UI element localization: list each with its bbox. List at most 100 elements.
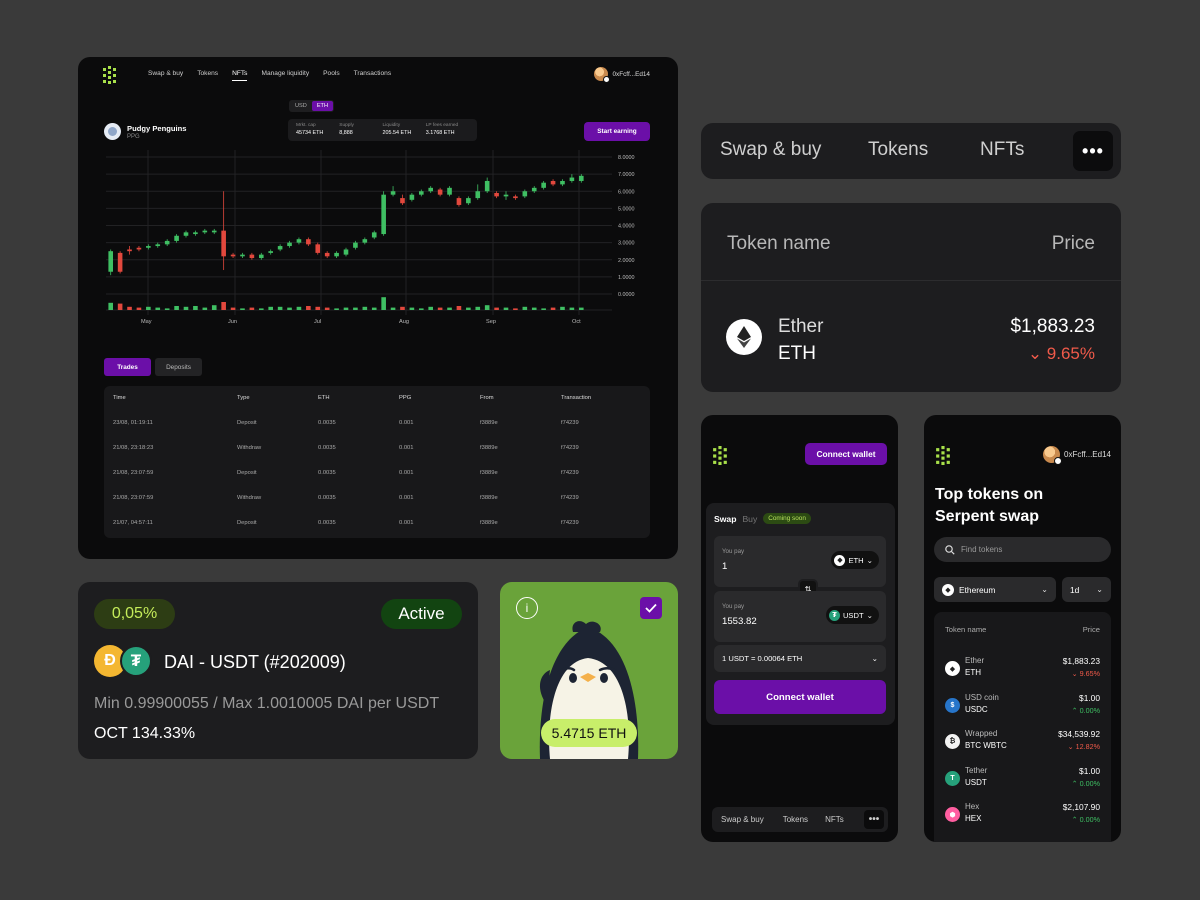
bottom-tab-tokens[interactable]: Tokens <box>783 815 808 824</box>
price-change: 9.65% <box>1046 344 1095 363</box>
toggle-usd[interactable]: USD <box>290 101 312 111</box>
tab-swap[interactable]: Swap <box>714 514 736 524</box>
network-select[interactable]: ◆ Ethereum ⌄ <box>934 577 1056 602</box>
table-cell: f3889e <box>480 444 498 451</box>
table-row[interactable]: 21/08, 23:07:59 Deposit 0.0035 0.001 f3889e f… <box>104 460 650 485</box>
toggle-eth[interactable]: ETH <box>311 101 333 111</box>
serpent-logo-icon[interactable] <box>102 66 118 84</box>
volume-bar <box>371 307 377 310</box>
price-change: ⌃ 0.00% <box>1072 706 1100 715</box>
start-earning-button[interactable]: Start earning <box>584 122 650 141</box>
info-icon[interactable]: i <box>516 597 538 619</box>
token-price: $1,883.23 <box>1010 316 1095 337</box>
token-row[interactable]: ₿ Wrapped BTC WBTC $34,539.92 ⌄ 12.82% <box>945 729 1100 755</box>
volume-bar <box>230 307 236 310</box>
change-value: 12.82% <box>1075 742 1100 751</box>
stat-liquidity: Liquidity 205.54 ETH <box>383 123 416 137</box>
timeframe-select[interactable]: 1d ⌄ <box>1062 577 1111 602</box>
candle-body <box>240 254 245 257</box>
table-row[interactable]: 21/07, 04:57:11 Deposit 0.0035 0.001 f3889e f… <box>104 511 650 536</box>
volume-bar <box>466 307 471 310</box>
volume-bar <box>531 307 537 310</box>
token-table-header: Token name Price <box>727 233 1095 255</box>
connect-wallet-button[interactable]: Connect wallet <box>714 680 886 714</box>
token-name-cell[interactable]: Ether ETH <box>778 313 823 367</box>
candle-body <box>324 252 330 257</box>
column-header-from: From <box>480 395 494 401</box>
volume-bar <box>513 308 518 310</box>
nav-pools[interactable]: Pools <box>323 70 340 81</box>
tab-tokens[interactable]: Tokens <box>868 139 928 161</box>
volume-bar <box>400 306 405 310</box>
token-row[interactable]: $ USD coin USDC $1.00 ⌃ 0.00% <box>945 693 1100 719</box>
token-row[interactable]: ⬢ Hex HEX $2,107.90 ⌃ 0.00% <box>945 802 1100 828</box>
receive-input-box[interactable]: You pay 1553.82 ₮ USDT ⌄ <box>714 591 886 642</box>
column-header-price: Price <box>1082 625 1100 634</box>
candle-body <box>117 252 123 272</box>
table-cell: 21/08, 23:07:59 <box>113 495 154 502</box>
tab-buy[interactable]: Buy <box>742 514 757 524</box>
stat-label: Supply <box>339 123 354 128</box>
serpent-logo-icon[interactable] <box>935 446 952 465</box>
change-value: 0.00% <box>1079 778 1100 788</box>
volume-bar <box>296 306 302 310</box>
volume-bar <box>456 306 462 310</box>
candle-body <box>258 254 264 259</box>
search-input[interactable]: Find tokens <box>934 537 1111 562</box>
nav-manage-liquidity[interactable]: Manage liquidity <box>261 70 309 81</box>
tab-deposits[interactable]: Deposits <box>155 358 202 376</box>
serpent-logo-icon[interactable] <box>712 446 729 465</box>
wallet-badge-icon <box>1054 457 1062 465</box>
tab-swap-buy[interactable]: Swap & buy <box>720 139 821 161</box>
table-row[interactable]: 21/08, 23:18:23 Withdraw 0.0035 0.001 f3889e… <box>104 435 650 460</box>
pay-label: You pay <box>722 603 745 610</box>
token-icon: ⬢ <box>945 807 960 822</box>
liquidity-position-card[interactable]: 0,05% Active Ð ₮ DAI - USDT (#202009) Mi… <box>78 582 478 759</box>
table-cell: 0.001 <box>399 520 414 527</box>
swap-tabs: Swap Buy Coming soon <box>714 513 811 524</box>
table-header: Time Type ETH PPG From Transaction <box>104 386 650 410</box>
change-value: 9.65% <box>1079 669 1100 678</box>
chevron-up-icon: ⌃ <box>1071 705 1078 715</box>
ethereum-icon: ◆ <box>834 554 846 566</box>
exchange-rate-dropdown[interactable]: 1 USDT = 0.00064 ETH ⌄ <box>714 645 886 672</box>
candle-body <box>230 254 236 257</box>
pay-amount-input[interactable]: 1 <box>722 561 727 572</box>
receive-amount-input[interactable]: 1553.82 <box>722 616 757 627</box>
volume-bar <box>240 308 245 310</box>
bottom-tab-swap-buy[interactable]: Swap & buy <box>721 815 764 824</box>
nav-swap-buy[interactable]: Swap & buy <box>148 70 183 81</box>
token-row[interactable]: T Tether USDT $1.00 ⌃ 0.00% <box>945 766 1100 792</box>
nav-nfts[interactable]: NFTs <box>232 70 248 81</box>
connect-wallet-header-button[interactable]: Connect wallet <box>805 443 887 465</box>
stat-label: LP fees earned <box>425 123 459 128</box>
more-menu-button[interactable]: ••• <box>1073 131 1113 171</box>
volume-bar <box>409 307 415 310</box>
token-name: Tether <box>965 765 988 775</box>
nav-tokens[interactable]: Tokens <box>197 70 218 81</box>
tab-trades[interactable]: Trades <box>104 358 151 376</box>
token-select-usdt[interactable]: ₮ USDT ⌄ <box>825 606 879 624</box>
table-cell: Deposit <box>237 469 257 476</box>
volume-bar <box>390 307 396 310</box>
y-tick-label: 2.0000 <box>618 258 635 264</box>
swap-panel: Swap Buy Coming soon You pay 1 ◆ ETH ⌄ ⇅… <box>706 503 895 725</box>
nft-card[interactable]: i 5.4715 ETH <box>500 582 678 759</box>
collection-stats: Mrkt. cap 45734 ETH Supply 8,888 Liquidity… <box>288 119 477 141</box>
chevron-down-icon: ⌄ <box>1067 742 1074 751</box>
column-header-time: Time <box>113 395 126 401</box>
token-select-eth[interactable]: ◆ ETH ⌄ <box>831 551 879 569</box>
more-menu-button[interactable]: ••• <box>864 810 884 829</box>
tab-nfts[interactable]: NFTs <box>980 139 1024 161</box>
volume-bar <box>155 307 161 310</box>
table-row[interactable]: 21/08, 23:07:59 Withdraw 0.0035 0.001 f3889e… <box>104 486 650 511</box>
token-row[interactable]: ◆ Ether ETH $1,883.23 ⌄ 9.65% <box>945 656 1100 682</box>
pay-label: You pay <box>722 548 745 555</box>
nav-transactions[interactable]: Transactions <box>354 70 392 81</box>
table-row[interactable]: 23/08, 01:19:11 Deposit 0.0035 0.001 f3889e f… <box>104 410 650 435</box>
token-list-header: Token name Price <box>934 612 1111 634</box>
bottom-tab-nfts[interactable]: NFTs <box>825 815 844 824</box>
wallet-button[interactable]: 0xFcff...Ed14 <box>1043 446 1111 465</box>
checkbox-checked-icon[interactable] <box>640 597 662 619</box>
wallet-button[interactable]: 0xFcff...Ed14 <box>594 67 650 83</box>
